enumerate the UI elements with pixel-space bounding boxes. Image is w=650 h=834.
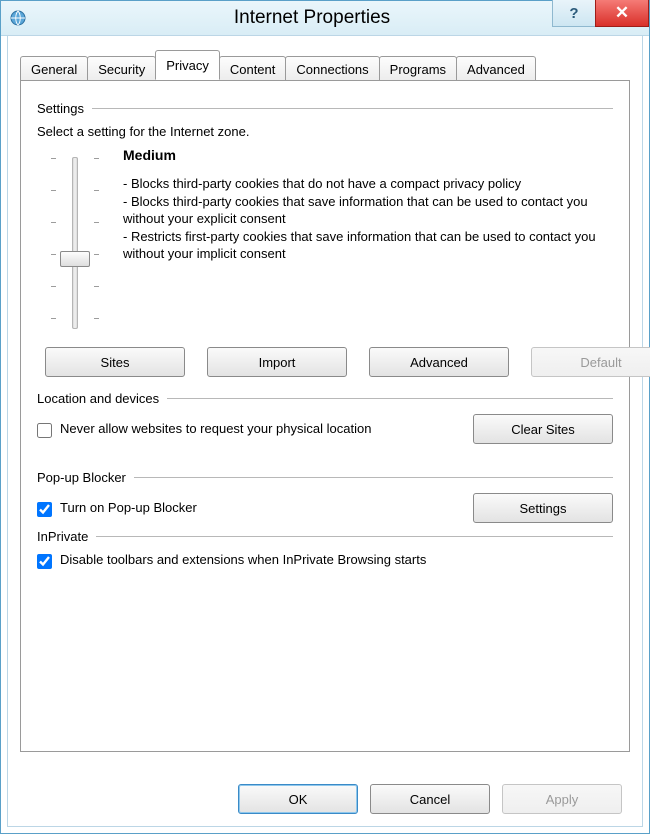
- popup-settings-button[interactable]: Settings: [473, 493, 613, 523]
- client-area: GeneralSecurityPrivacyContentConnections…: [7, 35, 643, 827]
- slider-thumb[interactable]: [60, 251, 90, 267]
- privacy-level-name: Medium: [123, 147, 613, 163]
- inprivate-row[interactable]: Disable toolbars and extensions when InP…: [37, 552, 613, 569]
- privacy-level-description: - Blocks third-party cookies that do not…: [123, 175, 613, 263]
- never-allow-location-checkbox[interactable]: [37, 423, 52, 438]
- tab-programs[interactable]: Programs: [379, 56, 457, 81]
- dialog-button-row: OK Cancel Apply: [238, 784, 622, 814]
- never-allow-location-row[interactable]: Never allow websites to request your phy…: [37, 421, 371, 438]
- settings-instruction: Select a setting for the Internet zone.: [37, 124, 613, 139]
- cancel-button[interactable]: Cancel: [370, 784, 490, 814]
- inprivate-label: Disable toolbars and extensions when InP…: [60, 552, 426, 567]
- group-inprivate: InPrivate Disable toolbars and extension…: [37, 529, 613, 569]
- inprivate-checkbox[interactable]: [37, 554, 52, 569]
- default-button: Default: [531, 347, 650, 377]
- group-popup: Pop-up Blocker Turn on Pop-up Blocker Se…: [37, 470, 613, 523]
- group-location: Location and devices Never allow website…: [37, 391, 613, 444]
- group-label: Settings: [37, 101, 84, 116]
- import-button[interactable]: Import: [207, 347, 347, 377]
- group-label: Pop-up Blocker: [37, 470, 126, 485]
- apply-button: Apply: [502, 784, 622, 814]
- tabstrip: GeneralSecurityPrivacyContentConnections…: [20, 50, 630, 80]
- popup-blocker-row[interactable]: Turn on Pop-up Blocker: [37, 500, 197, 517]
- advanced-button[interactable]: Advanced: [369, 347, 509, 377]
- never-allow-location-label: Never allow websites to request your phy…: [60, 421, 371, 436]
- tab-panel-privacy: Settings Select a setting for the Intern…: [20, 80, 630, 752]
- tab-security[interactable]: Security: [87, 56, 156, 81]
- tab-general[interactable]: General: [20, 56, 88, 81]
- group-label: InPrivate: [37, 529, 88, 544]
- popup-blocker-checkbox[interactable]: [37, 502, 52, 517]
- tab-content[interactable]: Content: [219, 56, 287, 81]
- group-settings: Settings Select a setting for the Intern…: [37, 101, 613, 377]
- tab-connections[interactable]: Connections: [285, 56, 379, 81]
- sites-button[interactable]: Sites: [45, 347, 185, 377]
- internet-options-icon: [9, 9, 27, 27]
- help-button[interactable]: ?: [552, 0, 595, 27]
- close-button[interactable]: ✕: [595, 0, 649, 27]
- popup-blocker-label: Turn on Pop-up Blocker: [60, 500, 197, 515]
- ok-button[interactable]: OK: [238, 784, 358, 814]
- dialog-window: Internet Properties ? ✕ GeneralSecurityP…: [0, 0, 650, 834]
- titlebar: Internet Properties ? ✕: [1, 1, 649, 36]
- tab-advanced[interactable]: Advanced: [456, 56, 536, 81]
- privacy-slider[interactable]: [51, 153, 99, 333]
- clear-sites-button[interactable]: Clear Sites: [473, 414, 613, 444]
- group-label: Location and devices: [37, 391, 159, 406]
- tab-privacy[interactable]: Privacy: [155, 50, 220, 80]
